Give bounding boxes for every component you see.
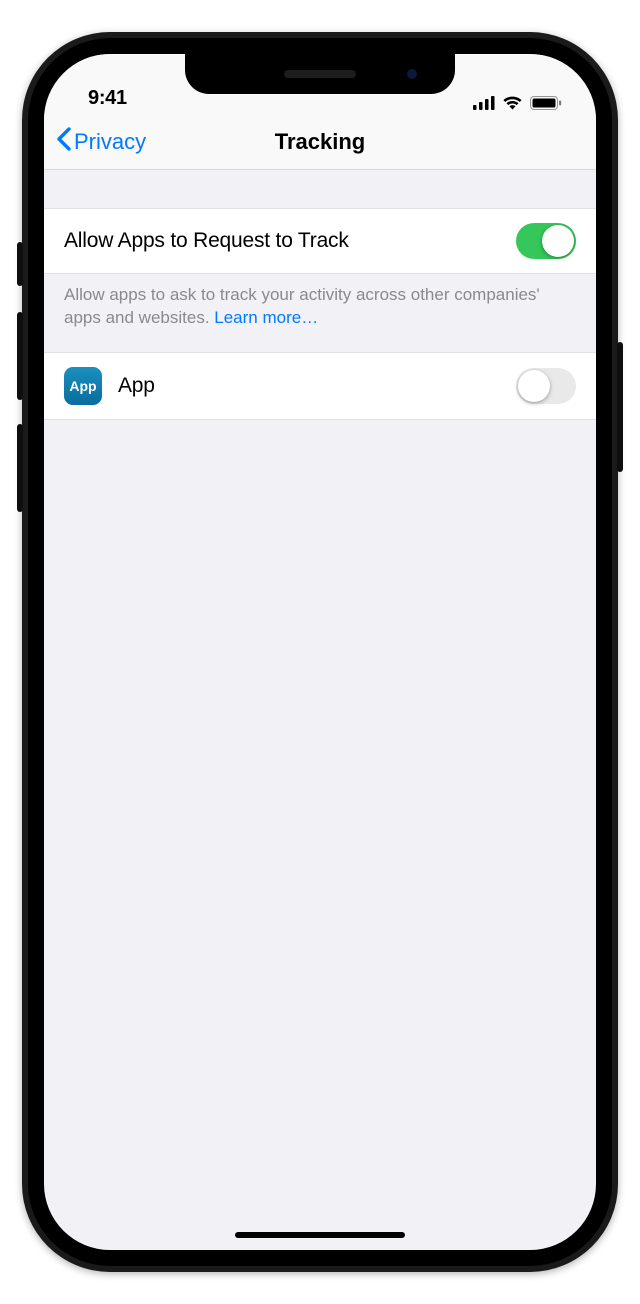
toggle-app[interactable] xyxy=(516,368,576,404)
front-camera xyxy=(405,67,419,81)
row-allow-tracking: Allow Apps to Request to Track xyxy=(44,208,596,274)
status-time: 9:41 xyxy=(88,87,127,110)
side-button-silent xyxy=(17,242,23,286)
back-button[interactable]: Privacy xyxy=(56,127,146,157)
home-indicator[interactable] xyxy=(235,1232,405,1238)
app-icon-text: App xyxy=(69,378,96,394)
learn-more-link[interactable]: Learn more… xyxy=(214,308,318,327)
cellular-icon xyxy=(473,96,495,110)
phone-frame: 9:41 xyxy=(22,32,618,1272)
app-icon: App xyxy=(64,367,102,405)
status-icons xyxy=(473,95,562,110)
back-label: Privacy xyxy=(74,129,146,155)
notch xyxy=(185,54,455,94)
toggle-knob xyxy=(518,370,550,402)
row-label-app: App xyxy=(118,374,516,398)
side-button-volume-down xyxy=(17,424,23,512)
side-button-volume-up xyxy=(17,312,23,400)
row-app: App App xyxy=(44,352,596,420)
chevron-left-icon xyxy=(56,127,72,157)
content: Allow Apps to Request to Track Allow app… xyxy=(44,170,596,420)
section-footer: Allow apps to ask to track your activity… xyxy=(44,274,596,352)
side-button-power xyxy=(617,342,623,472)
page-title: Tracking xyxy=(275,129,365,155)
speaker-grille xyxy=(284,70,356,78)
row-label-allow-tracking: Allow Apps to Request to Track xyxy=(64,229,516,253)
toggle-allow-tracking[interactable] xyxy=(516,223,576,259)
nav-bar: Privacy Tracking xyxy=(44,114,596,170)
toggle-knob xyxy=(542,225,574,257)
battery-icon xyxy=(530,96,562,110)
wifi-icon xyxy=(502,95,523,110)
screen: 9:41 xyxy=(44,54,596,1250)
